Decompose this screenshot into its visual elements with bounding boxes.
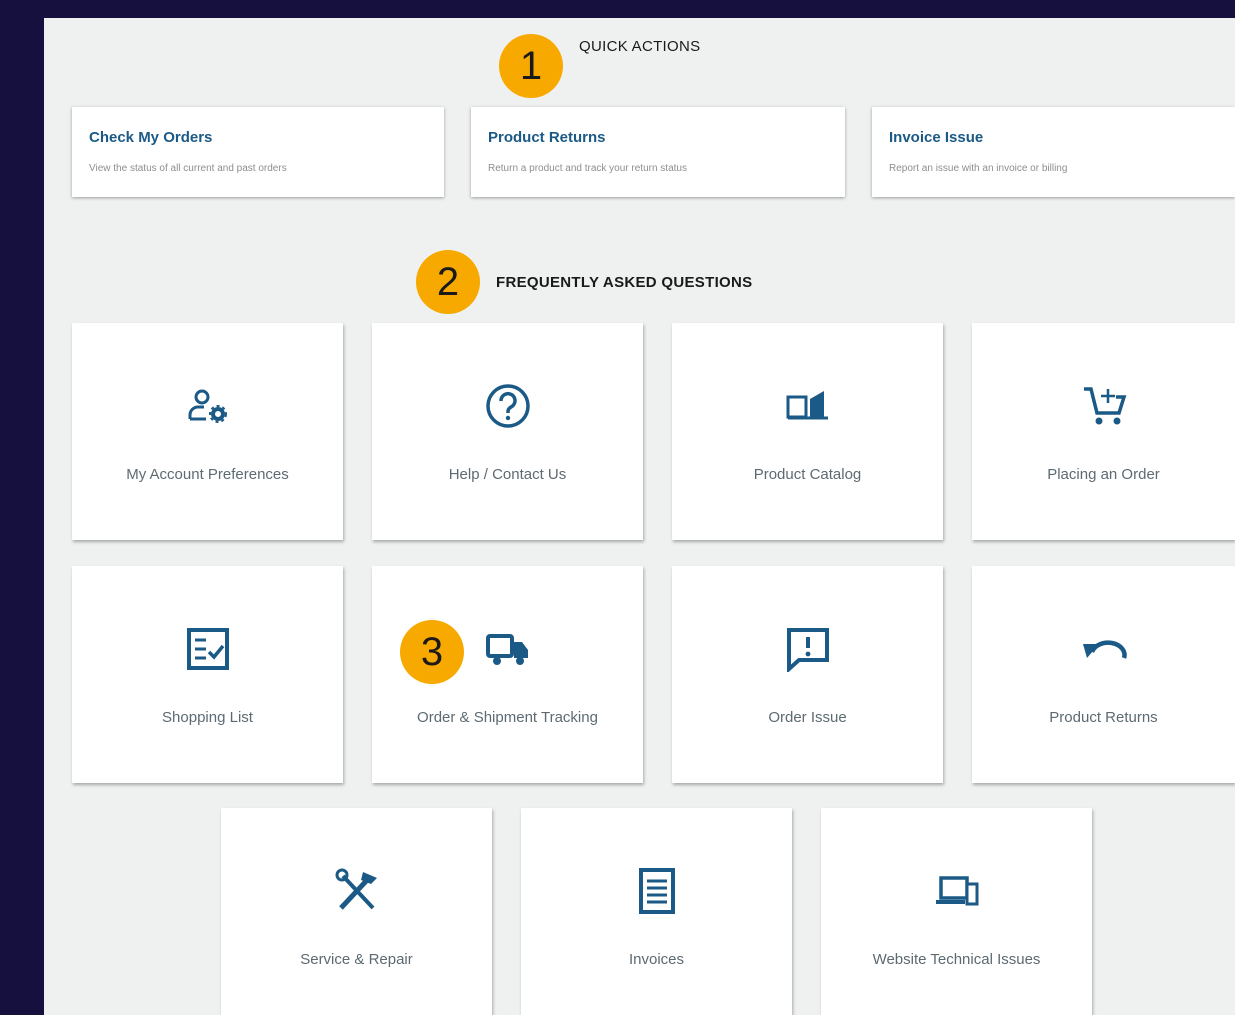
faq-label: Shopping List <box>162 709 253 726</box>
quick-action-desc: Report an issue with an invoice or billi… <box>889 163 1068 174</box>
cart-add-icon <box>1083 387 1126 425</box>
callout-badge-1: 1 <box>499 34 563 98</box>
faq-label: Order Issue <box>768 709 847 726</box>
faq-card-product-catalog[interactable]: Product Catalog <box>672 323 943 540</box>
invoice-document-icon <box>638 868 675 914</box>
help-center-panel: QUICK ACTIONS Check My Orders View the s… <box>44 18 1235 1015</box>
alert-message-icon <box>786 628 829 672</box>
faq-card-product-returns[interactable]: Product Returns <box>972 566 1235 783</box>
faq-label: Service & Repair <box>300 951 413 968</box>
faq-card-invoices[interactable]: Invoices <box>521 808 792 1015</box>
callout-badge-2: 2 <box>416 250 480 314</box>
truck-icon <box>485 634 528 665</box>
faq-card-order-issue[interactable]: Order Issue <box>672 566 943 783</box>
quick-action-desc: View the status of all current and past … <box>89 163 287 174</box>
faq-label: My Account Preferences <box>126 466 289 483</box>
quick-action-desc: Return a product and track your return s… <box>488 163 687 174</box>
callout-badge-3: 3 <box>400 620 464 684</box>
faq-label: Placing an Order <box>1047 466 1160 483</box>
faq-title: FREQUENTLY ASKED QUESTIONS <box>496 274 753 291</box>
checklist-icon <box>186 628 229 670</box>
faq-label: Invoices <box>628 951 685 968</box>
faq-label: Product Catalog <box>753 466 862 483</box>
tools-icon <box>335 868 377 910</box>
faq-card-website-technical[interactable]: Website Technical Issues <box>821 808 1092 1015</box>
quick-actions-title: QUICK ACTIONS <box>579 38 701 55</box>
faq-card-service-repair[interactable]: Service & Repair <box>221 808 492 1015</box>
faq-label: Order & Shipment Tracking <box>417 709 598 726</box>
catalog-book-icon <box>786 391 828 420</box>
faq-label: Product Returns <box>1049 709 1158 726</box>
quick-action-title: Product Returns <box>488 129 606 146</box>
faq-card-account-preferences[interactable]: My Account Preferences <box>72 323 343 540</box>
faq-label: Website Technical Issues <box>872 951 1041 968</box>
account-settings-icon <box>188 389 227 423</box>
quick-action-product-returns[interactable]: Product Returns Return a product and tra… <box>471 107 845 197</box>
faq-label: Help / Contact Us <box>448 466 567 483</box>
quick-action-title: Check My Orders <box>89 129 213 146</box>
faq-card-help-contact[interactable]: Help / Contact Us <box>372 323 643 540</box>
faq-card-shopping-list[interactable]: Shopping List <box>72 566 343 783</box>
quick-action-invoice-issue[interactable]: Invoice Issue Report an issue with an in… <box>872 107 1235 197</box>
quick-action-title: Invoice Issue <box>889 129 984 146</box>
quick-action-check-my-orders[interactable]: Check My Orders View the status of all c… <box>72 107 444 197</box>
return-arrow-icon <box>1082 640 1127 659</box>
devices-icon <box>935 876 978 906</box>
help-circle-icon <box>485 384 530 428</box>
faq-card-placing-order[interactable]: Placing an Order <box>972 323 1235 540</box>
